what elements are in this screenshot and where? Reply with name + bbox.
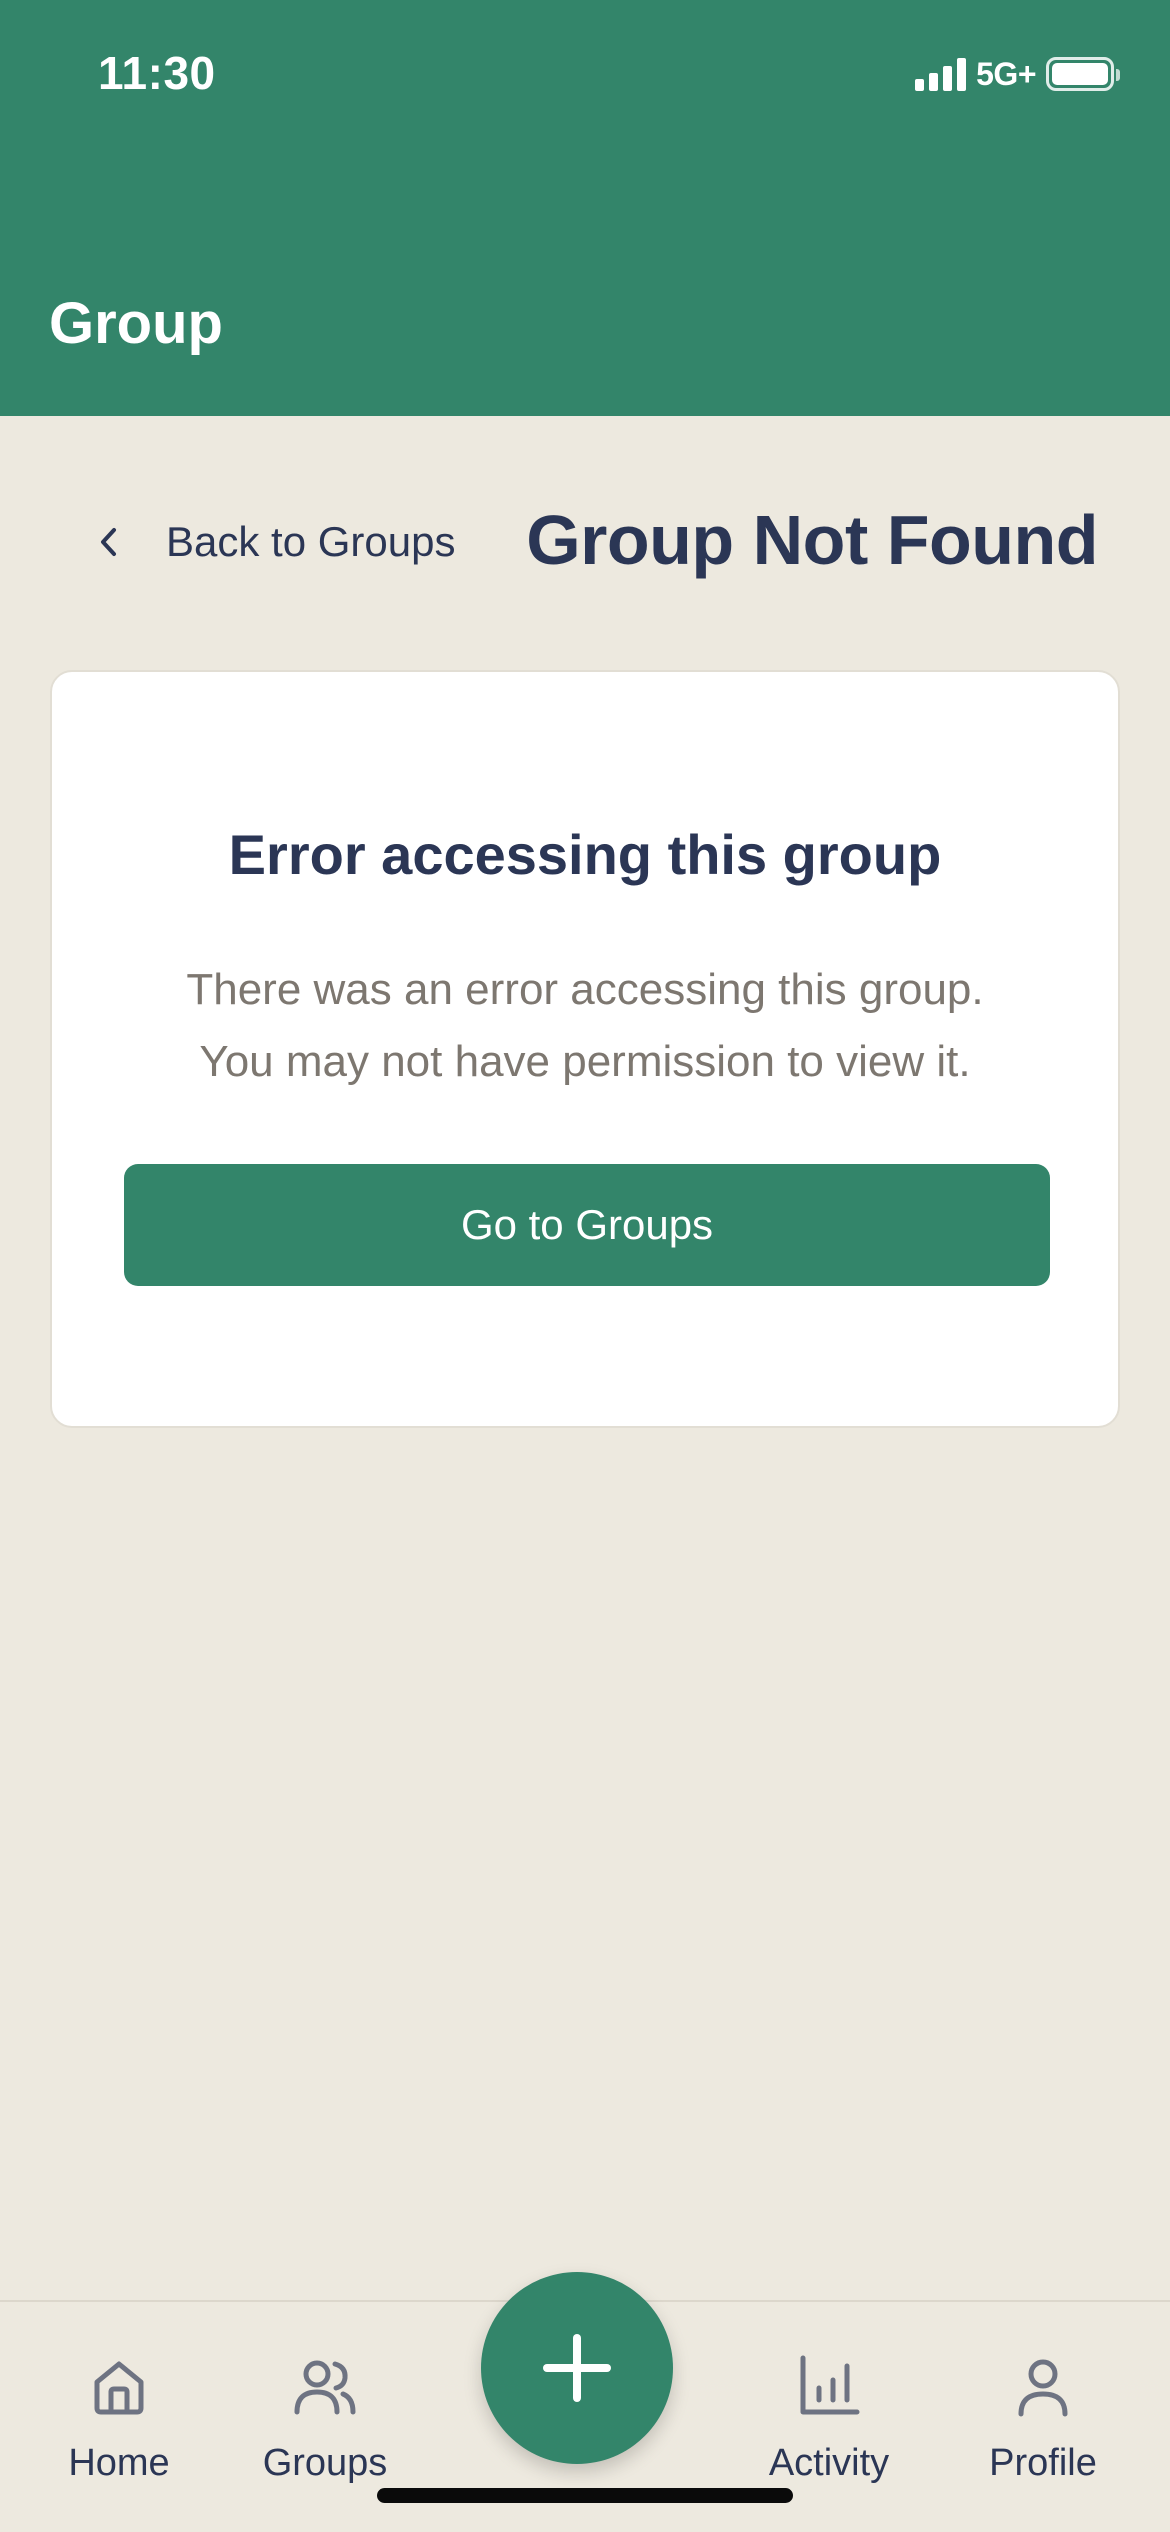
nav-label-home: Home: [68, 2442, 170, 2484]
signal-icon: [915, 57, 967, 91]
home-indicator: [377, 2488, 793, 2503]
nav-item-home[interactable]: Home: [29, 2350, 209, 2485]
plus-icon: [543, 2334, 611, 2402]
battery-icon: [1046, 57, 1120, 91]
nav-label-activity: Activity: [768, 2442, 890, 2484]
error-message: There was an error accessing this group.…: [52, 954, 1118, 1098]
screen: 11:30 5G+ Group Back to Groups Group Not…: [0, 0, 1170, 2532]
back-link-label: Back to Groups: [166, 518, 456, 565]
home-icon: [94, 2361, 144, 2415]
error-message-line-2: You may not have permission to view it.: [199, 1037, 971, 1086]
back-to-groups-link[interactable]: Back to Groups: [92, 512, 455, 572]
user-icon: [1018, 2359, 1068, 2417]
error-message-line-1: There was an error accessing this group.: [186, 965, 984, 1014]
nav-item-profile[interactable]: Profile: [953, 2350, 1133, 2485]
header-title: Group: [49, 291, 223, 356]
nav-item-activity[interactable]: Activity: [739, 2350, 919, 2485]
status-time: 11:30: [98, 47, 216, 99]
bar-chart-icon: [800, 2355, 860, 2415]
error-title: Error accessing this group: [228, 823, 942, 886]
nav-item-groups[interactable]: Groups: [235, 2350, 415, 2485]
page-title: Group Not Found: [526, 501, 1098, 579]
nav-label-profile: Profile: [989, 2442, 1097, 2484]
app-header: 11:30 5G+ Group: [0, 0, 1170, 416]
add-button[interactable]: [481, 2272, 673, 2464]
chevron-left-icon: [101, 528, 116, 556]
go-to-groups-button[interactable]: Go to Groups: [124, 1164, 1050, 1286]
network-type: 5G+: [976, 55, 1036, 92]
users-icon: [294, 2360, 356, 2415]
nav-label-groups: Groups: [262, 2442, 388, 2484]
status-indicators: 5G+: [915, 54, 1120, 94]
error-card: Error accessing this group There was an …: [50, 670, 1120, 1428]
